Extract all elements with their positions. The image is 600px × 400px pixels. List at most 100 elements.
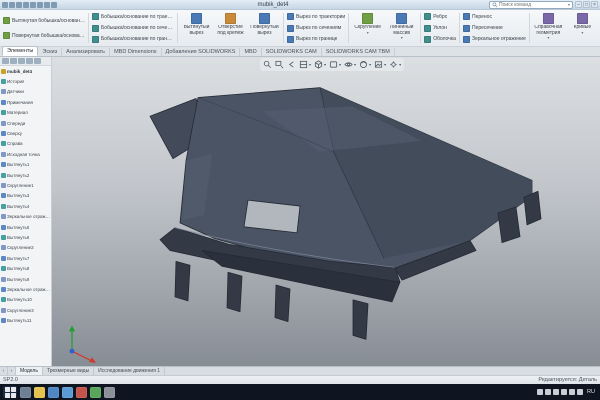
display-style-icon[interactable]: ▾ [328, 59, 342, 70]
tree-item[interactable]: Вытянуть9 [0, 274, 51, 284]
ribbon-button[interactable]: Ребро [423, 11, 457, 22]
zoom-fit-icon[interactable] [262, 59, 273, 70]
ribbon-button[interactable]: Пересечение [462, 23, 527, 34]
minimize-icon[interactable]: – [575, 1, 582, 8]
model-tab[interactable]: Модель [16, 367, 43, 375]
command-search[interactable]: ▾ [489, 0, 573, 9]
tree-item[interactable]: Вытянуть2 [0, 170, 51, 180]
tray-icon[interactable] [577, 389, 584, 395]
ribbon-button[interactable]: Зеркальное отражение [462, 34, 527, 45]
new-icon[interactable] [2, 1, 8, 8]
tree-item[interactable]: Сверху [0, 128, 51, 138]
ribbon-button[interactable]: Бобышка/основание по траектории [91, 11, 175, 22]
part-model[interactable] [52, 57, 600, 366]
tree-item[interactable]: Спереди [0, 118, 51, 128]
search-input[interactable] [499, 1, 567, 8]
tree-item[interactable]: Исходная точка [0, 149, 51, 159]
ribbon-button[interactable]: Вытянутый вырез [180, 11, 213, 45]
ribbon-tab[interactable]: SOLIDWORKS CAM [262, 48, 322, 56]
app-icon[interactable] [104, 386, 115, 398]
tree-item[interactable]: Материал [0, 108, 51, 118]
tray-icon[interactable] [569, 389, 576, 395]
view-settings-icon[interactable]: ▾ [388, 59, 402, 70]
tree-item[interactable]: Вытянуть10 [0, 295, 51, 305]
tree-item[interactable]: История [0, 76, 51, 86]
options-icon[interactable] [51, 1, 57, 8]
tray-icon[interactable] [537, 389, 544, 395]
ribbon-button[interactable]: Повернутый вырез [248, 11, 281, 45]
tree-item[interactable]: Вытянуть11 [0, 315, 51, 325]
app-icon[interactable] [90, 386, 101, 398]
tree-item[interactable]: Вытянуть8 [0, 263, 51, 273]
start-button[interactable] [3, 386, 17, 398]
app-icon[interactable] [20, 386, 31, 398]
apply-scene-icon[interactable]: ▾ [373, 59, 387, 70]
edit-appearance-icon[interactable]: ▾ [358, 59, 372, 70]
tree-item[interactable]: Зеркальное отражение2 [0, 284, 51, 294]
section-view-icon[interactable]: ▾ [298, 59, 312, 70]
ribbon-button[interactable]: Оболочка [423, 34, 457, 45]
configurationmanager-icon[interactable] [18, 58, 25, 64]
model-tab[interactable]: Трехмерные виды [43, 367, 95, 375]
ribbon-button[interactable]: Бобышка/основание по границе [91, 34, 175, 45]
tray-icon[interactable] [545, 389, 552, 395]
hide-show-items-icon[interactable]: ▾ [343, 59, 357, 70]
ribbon-button[interactable]: Отверстие под крепеж [214, 11, 247, 45]
dimxpertmanager-icon[interactable] [26, 58, 33, 64]
tray-icon[interactable] [553, 389, 560, 395]
tree-item[interactable]: Примечания [0, 97, 51, 107]
tree-item[interactable]: Вытянуть4 [0, 201, 51, 211]
ribbon-tab[interactable]: SOLIDWORKS CAM TBM [322, 48, 395, 56]
tree-root-item[interactable]: mubik_det4 [0, 66, 51, 76]
tree-item[interactable]: Вытянуть7 [0, 253, 51, 263]
tree-item[interactable]: Вытянуть1 [0, 160, 51, 170]
app-icon[interactable] [76, 386, 87, 398]
view-orientation-icon[interactable]: ▾ [313, 59, 327, 70]
ribbon-button[interactable]: Кривые ▾ [566, 11, 599, 45]
ribbon-button[interactable]: Перенос [462, 11, 527, 22]
tree-item[interactable]: Вытянуть6 [0, 232, 51, 242]
ribbon-button[interactable]: Скругление ▾ [351, 11, 384, 45]
zoom-area-icon[interactable] [274, 59, 285, 70]
previous-view-icon[interactable] [286, 59, 297, 70]
rebuild-icon[interactable] [44, 1, 50, 8]
print-icon[interactable] [23, 1, 29, 8]
chevron-down-icon[interactable]: ▾ [568, 2, 570, 7]
tabs-scroll-right-icon[interactable]: › [8, 367, 16, 375]
propertymanager-icon[interactable] [10, 58, 17, 64]
featuremanager-icon[interactable] [2, 58, 9, 64]
language-indicator[interactable]: RU [585, 389, 597, 395]
app-icon[interactable] [34, 386, 45, 398]
app-icon[interactable] [48, 386, 59, 398]
ribbon-tab[interactable]: MBD [240, 48, 262, 56]
save-icon[interactable] [16, 1, 22, 8]
ribbon-button[interactable]: Бобышка/основание по сечениям [91, 23, 175, 34]
close-icon[interactable]: × [591, 1, 598, 8]
ribbon-tab[interactable]: Эскиз [38, 48, 63, 56]
tray-icon[interactable] [561, 389, 568, 395]
ribbon-tab[interactable]: MBD Dimensions [110, 48, 162, 56]
app-icon[interactable] [62, 386, 73, 398]
ribbon-button[interactable]: Линейный массив ▾ [385, 11, 418, 45]
ribbon-tab[interactable]: Анализировать [62, 48, 111, 56]
ribbon-button[interactable]: Вырез по сечениям [286, 23, 346, 34]
tree-item[interactable]: Вытянуть5 [0, 222, 51, 232]
tree-item[interactable]: Справа [0, 139, 51, 149]
ribbon-button[interactable]: Вырез по траектории [286, 11, 346, 22]
tree-item[interactable]: Скругление3 [0, 305, 51, 315]
maximize-icon[interactable]: □ [583, 1, 590, 8]
displaymanager-icon[interactable] [34, 58, 41, 64]
undo-icon[interactable] [30, 1, 36, 8]
tabs-scroll-left-icon[interactable]: ‹ [0, 367, 8, 375]
ribbon-button[interactable]: Вытянутая бобышка/основание [2, 15, 86, 26]
ribbon-button[interactable]: Повернутая бобышка/основание [2, 30, 86, 41]
graphics-viewport[interactable]: ▾ ▾ ▾ ▾ ▾ ▾ ▾ [52, 57, 600, 366]
ribbon-tab[interactable]: Элементы [2, 46, 39, 56]
ribbon-tab[interactable]: Добавления SOLIDWORKS [162, 48, 241, 56]
tree-item[interactable]: Вытянуть3 [0, 191, 51, 201]
tree-item[interactable]: Скругление1 [0, 180, 51, 190]
model-tab[interactable]: Исследование движения 1 [94, 367, 166, 375]
ribbon-button[interactable]: Вырез по границе [286, 34, 346, 45]
tree-item[interactable]: Зеркальное отражение1 [0, 211, 51, 221]
tree-item[interactable]: Скругление2 [0, 243, 51, 253]
